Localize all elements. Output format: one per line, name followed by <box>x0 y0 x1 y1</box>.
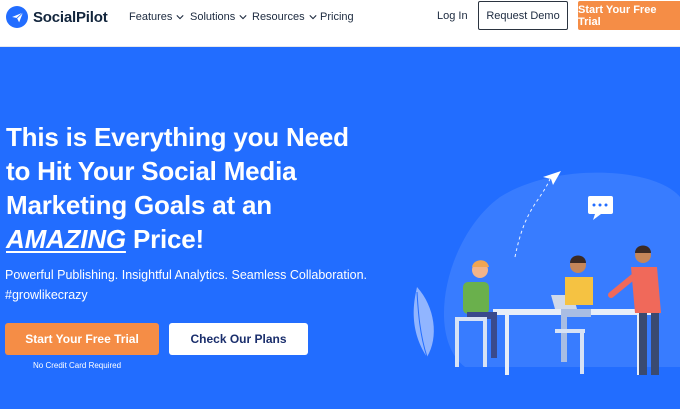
nav-item-pricing[interactable]: Pricing <box>320 11 354 23</box>
chevron-down-icon <box>308 15 317 20</box>
nav-item-label: Features <box>129 11 173 23</box>
headline-line: This is Everything you Need <box>6 122 349 152</box>
hero-section: This is Everything you Need to Hit Your … <box>0 47 680 409</box>
headline-emphasis: AMAZING <box>6 224 126 254</box>
headline-line: AMAZING Price! <box>6 222 396 256</box>
hashtag-text: #growlikecrazy <box>5 288 88 302</box>
login-link[interactable]: Log In <box>437 10 468 22</box>
request-demo-button[interactable]: Request Demo <box>478 1 568 30</box>
header-free-trial-button[interactable]: Start Your Free Trial <box>578 1 680 30</box>
brand-logo[interactable]: SocialPilot <box>6 6 108 28</box>
nav-item-label: Pricing <box>320 11 354 23</box>
paper-plane-icon <box>6 6 28 28</box>
team-meeting-illustration <box>413 171 680 375</box>
start-free-trial-button[interactable]: Start Your Free Trial <box>5 323 159 355</box>
nav-item-label: Solutions <box>190 11 236 23</box>
subheading-text: Powerful Publishing. Insightful Analytic… <box>5 268 367 282</box>
headline-line: to Hit Your Social Media <box>6 156 297 186</box>
nav-item-solutions[interactable]: Solutions <box>190 11 247 23</box>
no-credit-card-note: No Credit Card Required <box>33 361 122 370</box>
chevron-down-icon <box>176 15 185 20</box>
headline-tail: Price! <box>125 224 205 254</box>
hero-subheading: Powerful Publishing. Insightful Analytic… <box>5 265 367 305</box>
nav-item-resources[interactable]: Resources <box>252 11 317 23</box>
chevron-down-icon <box>239 15 247 20</box>
nav-item-label: Resources <box>252 11 305 23</box>
hero-headline: This is Everything you Need to Hit Your … <box>6 120 396 256</box>
brand-name: SocialPilot <box>33 8 108 26</box>
check-plans-button[interactable]: Check Our Plans <box>169 323 308 355</box>
top-navigation: SocialPilot Features Solutions Resources… <box>0 0 680 47</box>
nav-item-features[interactable]: Features <box>129 11 185 23</box>
headline-line: Marketing Goals at an <box>6 190 272 220</box>
